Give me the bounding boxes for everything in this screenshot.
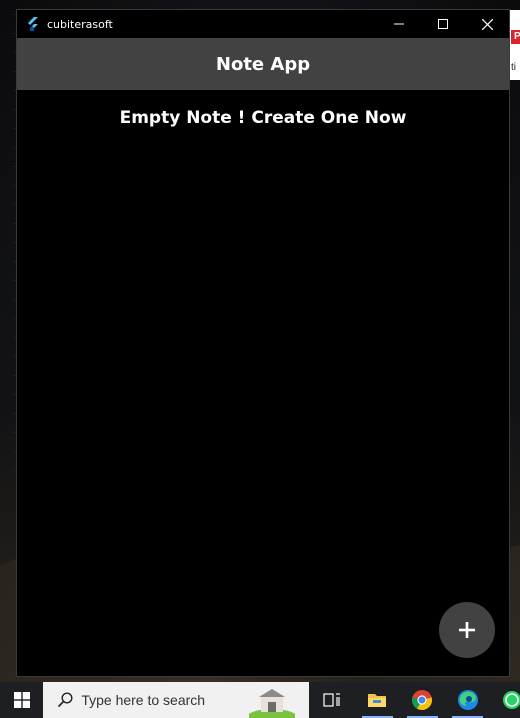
page-title: Note App bbox=[215, 53, 311, 75]
flutter-logo-icon bbox=[28, 17, 38, 31]
plus-icon bbox=[459, 622, 475, 638]
whatsapp-icon bbox=[502, 691, 520, 709]
maximize-button[interactable] bbox=[421, 10, 465, 38]
chrome-icon bbox=[412, 690, 433, 711]
close-button[interactable] bbox=[465, 10, 509, 38]
window-app-name: cubiterasoft bbox=[47, 17, 113, 31]
start-button[interactable] bbox=[0, 682, 43, 718]
edge-button[interactable] bbox=[445, 682, 490, 718]
background-window-text: ti bbox=[511, 62, 516, 73]
file-explorer-button[interactable] bbox=[355, 682, 400, 718]
app-bar: Note App bbox=[17, 38, 509, 90]
taskbar: Type here to search bbox=[0, 682, 520, 718]
close-icon bbox=[481, 18, 493, 30]
app-window: cubiterasoft Note App Empty Note ! Creat… bbox=[16, 9, 510, 677]
window-controls bbox=[377, 10, 509, 38]
taskbar-search[interactable]: Type here to search bbox=[43, 682, 310, 718]
background-window-edge[interactable]: P ti bbox=[509, 10, 520, 80]
search-highlight-illustration bbox=[249, 689, 296, 718]
notes-list-area: Empty Note ! Create One Now bbox=[17, 90, 509, 677]
whatsapp-button[interactable] bbox=[490, 682, 520, 718]
edge-icon bbox=[457, 690, 478, 710]
minimize-icon bbox=[394, 23, 404, 25]
search-icon bbox=[58, 692, 73, 708]
task-view-button[interactable] bbox=[309, 682, 354, 718]
windows-start-icon bbox=[13, 692, 30, 708]
add-note-button[interactable] bbox=[439, 602, 495, 658]
minimize-button[interactable] bbox=[377, 10, 421, 38]
empty-state-message: Empty Note ! Create One Now bbox=[119, 108, 407, 128]
background-window-badge: P bbox=[511, 30, 520, 44]
file-explorer-icon bbox=[368, 694, 387, 707]
task-view-icon bbox=[323, 693, 340, 707]
maximize-icon bbox=[438, 19, 448, 29]
window-titlebar[interactable]: cubiterasoft bbox=[17, 10, 509, 38]
chrome-button[interactable] bbox=[400, 682, 445, 718]
search-placeholder: Type here to search bbox=[81, 692, 206, 708]
